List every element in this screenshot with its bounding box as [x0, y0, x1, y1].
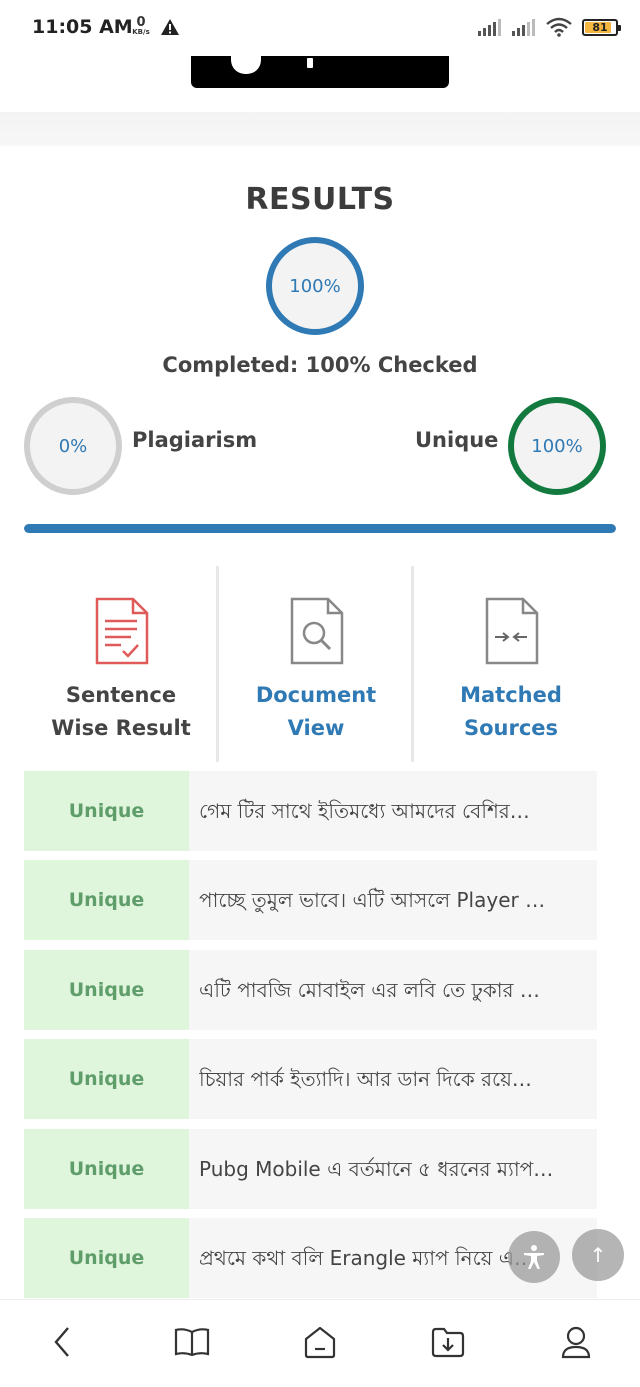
app-store-banner — [0, 56, 640, 112]
unique-status-badge: Unique — [24, 1039, 189, 1119]
unique-ring: 100% — [508, 397, 606, 495]
status-bar: 11:05 AM 0 KB/s 81 — [0, 0, 640, 56]
document-view-button[interactable]: Document View — [219, 566, 413, 762]
sentence-wise-result-label: Sentence Wise Result — [51, 683, 191, 740]
accessibility-icon — [524, 1245, 544, 1269]
unique-label: Unique — [415, 428, 499, 452]
compare-document-icon — [485, 597, 539, 665]
unique-status-badge: Unique — [24, 1218, 189, 1298]
downloads-button[interactable] — [428, 1322, 468, 1362]
browser-bottom-nav — [0, 1299, 640, 1387]
unique-status-badge: Unique — [24, 860, 189, 940]
downloads-icon — [431, 1327, 465, 1358]
plagiarism-label: Plagiarism — [132, 428, 258, 452]
matched-sources-button[interactable]: Matched Sources — [414, 566, 608, 762]
warning-icon — [161, 19, 179, 35]
scroll-top-icon: ↑ — [589, 1243, 607, 1267]
accessibility-button[interactable] — [508, 1231, 560, 1283]
sentence-wise-result-button[interactable]: Sentence Wise Result — [24, 566, 218, 762]
sentence-text: চিয়ার পার্ক ইত্যাদি। আর ডান দিকে রয়ে… — [199, 1067, 532, 1091]
result-row[interactable]: Unique গেম টির সাথে ইতিমধ্যে আমদের বেশির… — [24, 771, 597, 851]
progress-fill — [24, 524, 616, 533]
result-row[interactable]: Unique পাচ্ছে তুমুল ভাবে। এটি আসলে Playe… — [24, 860, 597, 940]
battery-icon: 81 — [582, 18, 621, 36]
network-speed-unit: KB/s — [132, 28, 150, 36]
signal-icon — [478, 19, 501, 36]
result-row[interactable]: Unique Pubg Mobile এ বর্তমানে ৫ ধরনের ম্… — [24, 1129, 597, 1209]
sentence-text: এটি পাবজি মোবাইল এর লবি তে ঢুকার … — [199, 978, 540, 1002]
profile-icon — [561, 1326, 591, 1359]
sentence-text: Pubg Mobile এ বর্তমানে ৫ ধরনের ম্যাপ… — [199, 1157, 554, 1181]
scroll-top-button[interactable]: ↑ — [572, 1229, 624, 1281]
bookmarks-icon — [174, 1328, 210, 1357]
network-speed: 0 KB/s — [130, 16, 152, 36]
wifi-icon — [546, 17, 572, 37]
unique-percent: 100% — [531, 435, 583, 457]
check-progress-bar — [24, 524, 616, 533]
bookmarks-button[interactable] — [172, 1322, 212, 1362]
sentence-text: গেম টির সাথে ইতিমধ্যে আমদের বেশির… — [199, 799, 530, 823]
status-time: 11:05 AM — [32, 16, 133, 38]
result-row[interactable]: Unique চিয়ার পার্ক ইত্যাদি। আর ডান দিকে… — [24, 1039, 597, 1119]
checklist-document-icon — [95, 597, 149, 665]
home-icon — [304, 1326, 336, 1359]
result-row[interactable]: Unique এটি পাবজি মোবাইল এর লবি তে ঢুকার … — [24, 950, 597, 1030]
plagiarism-ring: 0% — [24, 397, 122, 495]
signal-icon — [512, 19, 535, 36]
overall-progress-ring: 100% — [266, 237, 364, 335]
back-button[interactable] — [42, 1322, 82, 1362]
overall-percent: 100% — [289, 275, 341, 297]
sentence-text: পাচ্ছে তুমুল ভাবে। এটি আসলে Player … — [199, 888, 546, 912]
matched-sources-label: Matched Sources — [460, 683, 562, 740]
app-store-badge[interactable] — [191, 56, 449, 88]
section-divider — [0, 112, 640, 146]
document-search-icon — [290, 597, 344, 665]
unique-status-badge: Unique — [24, 771, 189, 851]
results-title: RESULTS — [245, 182, 395, 217]
home-button[interactable] — [300, 1322, 340, 1362]
apple-logo-icon — [231, 56, 261, 74]
unique-status-badge: Unique — [24, 1129, 189, 1209]
completed-status: Completed: 100% Checked — [162, 353, 478, 377]
plagiarism-percent: 0% — [58, 435, 88, 457]
battery-level: 81 — [592, 20, 608, 34]
unique-status-badge: Unique — [24, 950, 189, 1030]
status-icons: 81 — [478, 17, 621, 37]
profile-button[interactable] — [556, 1322, 596, 1362]
back-icon — [54, 1327, 69, 1357]
document-view-label: Document View — [255, 683, 377, 740]
